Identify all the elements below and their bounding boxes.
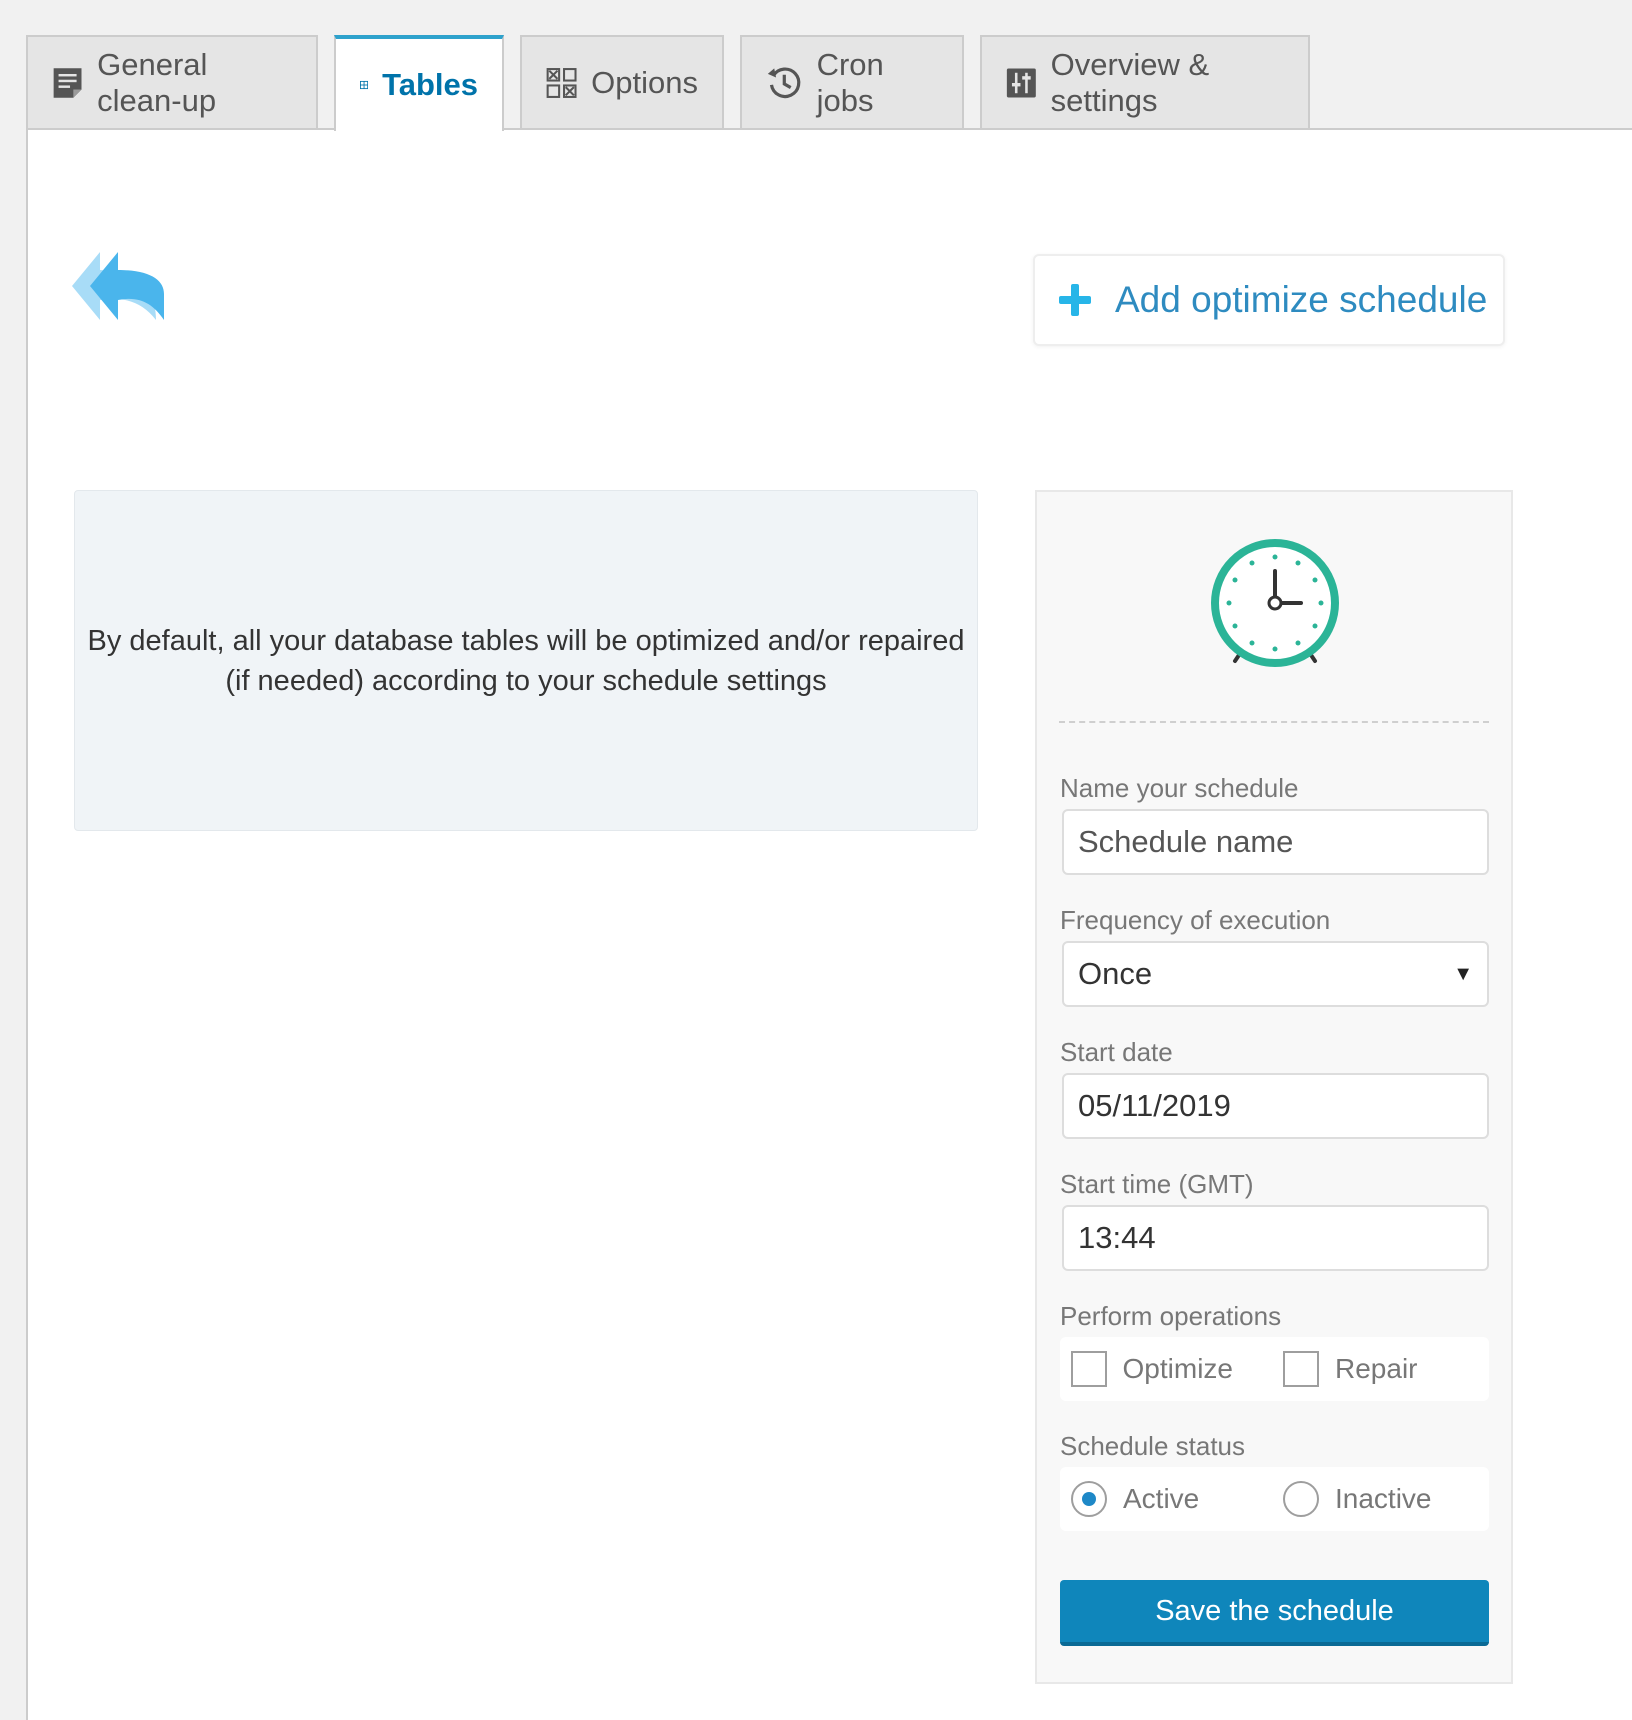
schedule-form: Name your schedule Schedule name Frequen… <box>1035 490 1513 1684</box>
active-radio[interactable] <box>1071 1481 1107 1517</box>
info-box: By default, all your database tables wil… <box>74 490 978 831</box>
frequency-select[interactable]: Once ▼ <box>1062 941 1489 1007</box>
repair-checkbox[interactable] <box>1283 1351 1319 1387</box>
tab-cron-jobs[interactable]: Cron jobs <box>740 35 964 129</box>
schedule-name-label: Name your schedule <box>1060 773 1299 803</box>
tab-label: Overview & settings <box>1050 47 1210 118</box>
start-date-label: Start date <box>1060 1037 1173 1067</box>
inactive-option[interactable]: Inactive <box>1283 1481 1432 1517</box>
optimize-checkbox[interactable] <box>1071 1351 1107 1387</box>
info-text: By default, all your database tables wil… <box>87 624 965 697</box>
optimize-option[interactable]: Optimize <box>1071 1351 1233 1387</box>
table-grid-icon <box>360 80 369 90</box>
divider <box>1059 721 1489 723</box>
active-label: Active <box>1123 1483 1200 1514</box>
back-arrow-icon[interactable] <box>72 248 168 332</box>
repair-label: Repair <box>1335 1353 1418 1384</box>
tab-label: Options <box>591 65 698 100</box>
repair-option[interactable]: Repair <box>1283 1351 1417 1387</box>
tab-tables[interactable]: Tables <box>334 35 504 131</box>
inactive-radio[interactable] <box>1283 1481 1319 1517</box>
tab-overview-settings[interactable]: Overview & settings <box>980 35 1310 129</box>
tab-label: Cron jobs <box>816 47 884 118</box>
frequency-value: Once <box>1078 956 1153 991</box>
optimize-label: Optimize <box>1122 1353 1233 1384</box>
plus-icon <box>1059 284 1091 316</box>
active-option[interactable]: Active <box>1071 1481 1233 1517</box>
operations-group: Optimize Repair <box>1060 1337 1489 1401</box>
options-grid-icon <box>546 68 577 98</box>
alarm-clock-icon <box>1211 539 1339 667</box>
tab-bar: General clean-up Tables Options Cron job… <box>26 35 1310 131</box>
document-icon <box>53 68 82 98</box>
schedule-name-input[interactable]: Schedule name <box>1062 809 1489 875</box>
radio-selected-dot <box>1082 1492 1096 1506</box>
start-date-input[interactable]: 05/11/2019 <box>1062 1073 1489 1139</box>
tab-options[interactable]: Options <box>520 35 724 129</box>
caret-down-icon: ▼ <box>1453 962 1473 985</box>
start-time-label: Start time (GMT) <box>1060 1169 1254 1199</box>
inactive-label: Inactive <box>1335 1483 1432 1514</box>
sliders-icon <box>1006 68 1036 98</box>
history-icon <box>767 67 801 99</box>
frequency-label: Frequency of execution <box>1060 905 1331 935</box>
status-group: Active Inactive <box>1060 1467 1489 1531</box>
status-label: Schedule status <box>1060 1431 1246 1461</box>
tables-panel: Add optimize schedule By default, all yo… <box>26 128 1632 1720</box>
add-schedule-label: Add optimize schedule <box>1115 279 1488 320</box>
add-schedule-button[interactable]: Add optimize schedule <box>1033 254 1505 346</box>
start-time-input[interactable]: 13:44 <box>1062 1205 1489 1271</box>
save-schedule-button[interactable]: Save the schedule <box>1060 1580 1489 1646</box>
operations-label: Perform operations <box>1060 1301 1282 1331</box>
tab-label: General clean-up <box>97 47 217 118</box>
tab-general-clean-up[interactable]: General clean-up <box>26 35 318 129</box>
tab-label: Tables <box>382 67 478 102</box>
